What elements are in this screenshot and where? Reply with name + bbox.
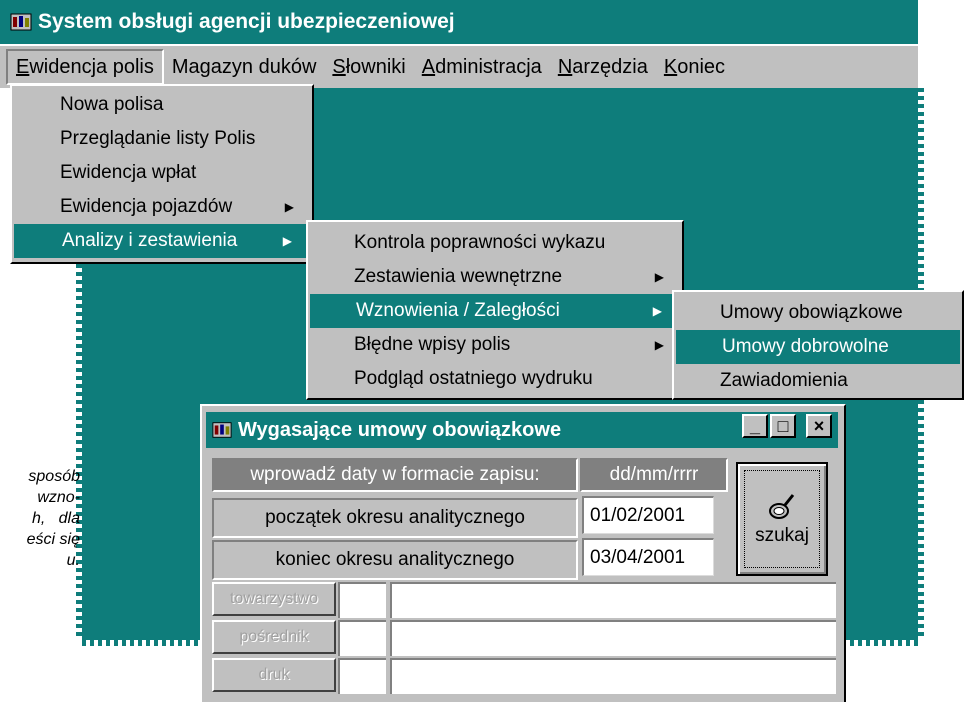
maximize-icon: □ <box>777 415 789 436</box>
menu-analizy-submenu: Kontrola poprawności wykazu Zestawienia … <box>306 220 684 400</box>
menu-item-umowy-obowiazkowe[interactable]: Umowy obowiązkowe <box>674 296 962 330</box>
menu-label: Magazyn duków <box>171 55 317 78</box>
menu-item-label: Ewidencja pojazdów <box>60 196 233 217</box>
menu-label: oniec <box>677 55 726 78</box>
menu-magazyn-dukow[interactable]: Magazyn duków <box>164 49 325 85</box>
menu-item-label: Błędne wpisy polis <box>354 334 511 355</box>
menu-mnemonic: A <box>421 55 436 78</box>
towarzystwo-button[interactable]: towarzystwo <box>212 582 336 616</box>
minimize-button[interactable]: _ <box>742 414 768 438</box>
minimize-icon: _ <box>749 415 760 436</box>
expiring-contracts-dialog: Wygasające umowy obowiązkowe _ □ × wprow… <box>200 404 846 702</box>
menu-item-label: Podgląd ostatniego wydruku <box>354 368 593 389</box>
submenu-arrow-icon: ▶ <box>284 200 294 214</box>
field-value: 03/04/2001 <box>590 546 686 568</box>
magnifier-icon <box>769 494 795 519</box>
menu-item-zawiadomienia[interactable]: Zawiadomienia <box>674 364 962 398</box>
field-value: 01/02/2001 <box>590 504 686 526</box>
menu-item-przegladanie-listy-polis[interactable]: Przeglądanie listy Polis <box>12 122 312 156</box>
label-text: koniec okresu analitycznego <box>275 549 515 570</box>
menu-item-label: Analizy i zestawienia <box>62 230 238 251</box>
dialog-title: Wygasające umowy obowiązkowe <box>238 418 562 441</box>
close-icon: × <box>813 415 825 436</box>
menu-label: arzędzia <box>572 55 648 78</box>
menu-item-label: Wznowienia / Zaległości <box>356 300 560 321</box>
search-button[interactable]: szukaj <box>736 462 828 576</box>
app-icon <box>212 422 232 438</box>
menu-item-label: Zawiadomienia <box>720 370 848 391</box>
menu-item-label: Umowy obowiązkowe <box>720 302 903 323</box>
menu-mnemonic: S <box>332 55 346 78</box>
menu-narzedzia[interactable]: Narzędzia <box>550 49 656 85</box>
menu-item-wznowienia-zaleglosci[interactable]: Wznowienia / Zaległości ▶ <box>310 294 680 328</box>
submenu-arrow-icon: ▶ <box>654 338 664 352</box>
menu-item-label: Kontrola poprawności wykazu <box>354 232 606 253</box>
menu-item-umowy-dobrowolne[interactable]: Umowy dobrowolne <box>676 330 960 364</box>
menu-item-label: Przeglądanie listy Polis <box>60 128 256 149</box>
start-date-field[interactable]: 01/02/2001 <box>582 496 714 534</box>
menu-item-nowa-polisa[interactable]: Nowa polisa <box>12 88 312 122</box>
druk-code-field[interactable] <box>338 658 386 694</box>
posrednik-code-field[interactable] <box>338 620 386 656</box>
menu-item-analizy-i-zestawienia[interactable]: Analizy i zestawienia ▶ <box>14 224 310 258</box>
menu-ewidencja-polis-dropdown: Nowa polisa Przeglądanie listy Polis Ewi… <box>10 84 314 264</box>
menu-mnemonic: E <box>16 55 30 78</box>
menu-item-zestawienia-wewnetrzne[interactable]: Zestawienia wewnętrzne ▶ <box>308 260 682 294</box>
menu-koniec[interactable]: Koniec <box>656 49 733 85</box>
menu-label: łowniki <box>345 55 406 78</box>
menu-item-label: Nowa polisa <box>60 94 164 115</box>
close-button[interactable]: × <box>806 414 832 438</box>
menu-label: widencja polis <box>29 55 154 78</box>
druk-button[interactable]: druk <box>212 658 336 692</box>
menu-item-podglad-ostatniego-wydruku[interactable]: Podgląd ostatniego wydruku <box>308 362 682 396</box>
submenu-arrow-icon: ▶ <box>652 304 662 318</box>
menu-mnemonic: N <box>557 55 573 78</box>
menu-label: dministracja <box>435 55 542 78</box>
menu-ewidencja-polis[interactable]: Ewidencja polis <box>6 49 164 85</box>
towarzystwo-name-field[interactable] <box>390 582 836 618</box>
app-titlebar: System obsługi agencji ubezpieczeniowej <box>0 0 918 44</box>
button-label: pośrednik <box>239 628 309 645</box>
submenu-arrow-icon: ▶ <box>282 234 292 248</box>
menu-item-bledne-wpisy-polis[interactable]: Błędne wpisy polis ▶ <box>308 328 682 362</box>
menu-item-label: Ewidencja wpłat <box>60 162 197 183</box>
button-label: towarzystwo <box>229 590 319 607</box>
date-format-hint: dd/mm/rrrr <box>580 458 728 492</box>
menu-slowniki[interactable]: Słowniki <box>324 49 413 85</box>
start-date-label: początek okresu analitycznego <box>212 498 578 538</box>
menu-mnemonic: K <box>663 55 678 78</box>
search-button-label: szukaj <box>755 525 809 546</box>
druk-name-field[interactable] <box>390 658 836 694</box>
posrednik-name-field[interactable] <box>390 620 836 656</box>
header-format: dd/mm/rrrr <box>609 464 699 485</box>
header-label: wprowadź daty w formacie zapisu: <box>250 464 540 485</box>
search-button-focus: szukaj <box>744 470 820 568</box>
menu-item-label: Umowy dobrowolne <box>722 336 889 357</box>
menu-item-ewidencja-wplat[interactable]: Ewidencja wpłat <box>12 156 312 190</box>
menu-item-kontrola-poprawnosci-wykazu[interactable]: Kontrola poprawności wykazu <box>308 226 682 260</box>
submenu-arrow-icon: ▶ <box>654 270 664 284</box>
menu-administracja[interactable]: Administracja <box>414 49 550 85</box>
end-date-label: koniec okresu analitycznego <box>212 540 578 580</box>
menu-item-label: Zestawienia wewnętrzne <box>354 266 563 287</box>
towarzystwo-code-field[interactable] <box>338 582 386 618</box>
menu-bar: Ewidencja polis Magazyn duków Słowniki A… <box>0 46 918 88</box>
maximize-button[interactable]: □ <box>770 414 796 438</box>
menu-item-ewidencja-pojazdow[interactable]: Ewidencja pojazdów ▶ <box>12 190 312 224</box>
posrednik-button[interactable]: pośrednik <box>212 620 336 654</box>
label-text: początek okresu analitycznego <box>265 507 525 528</box>
app-title: System obsługi agencji ubezpieczeniowej <box>38 10 455 33</box>
app-icon <box>10 13 32 31</box>
end-date-field[interactable]: 03/04/2001 <box>582 538 714 576</box>
menu-wznowienia-submenu: Umowy obowiązkowe Umowy dobrowolne Zawia… <box>672 290 964 400</box>
date-format-header: wprowadź daty w formacie zapisu: <box>212 458 578 492</box>
caption-text: sposób wzno- h, dla eści się u. <box>26 468 80 569</box>
button-label: druk <box>258 666 290 683</box>
